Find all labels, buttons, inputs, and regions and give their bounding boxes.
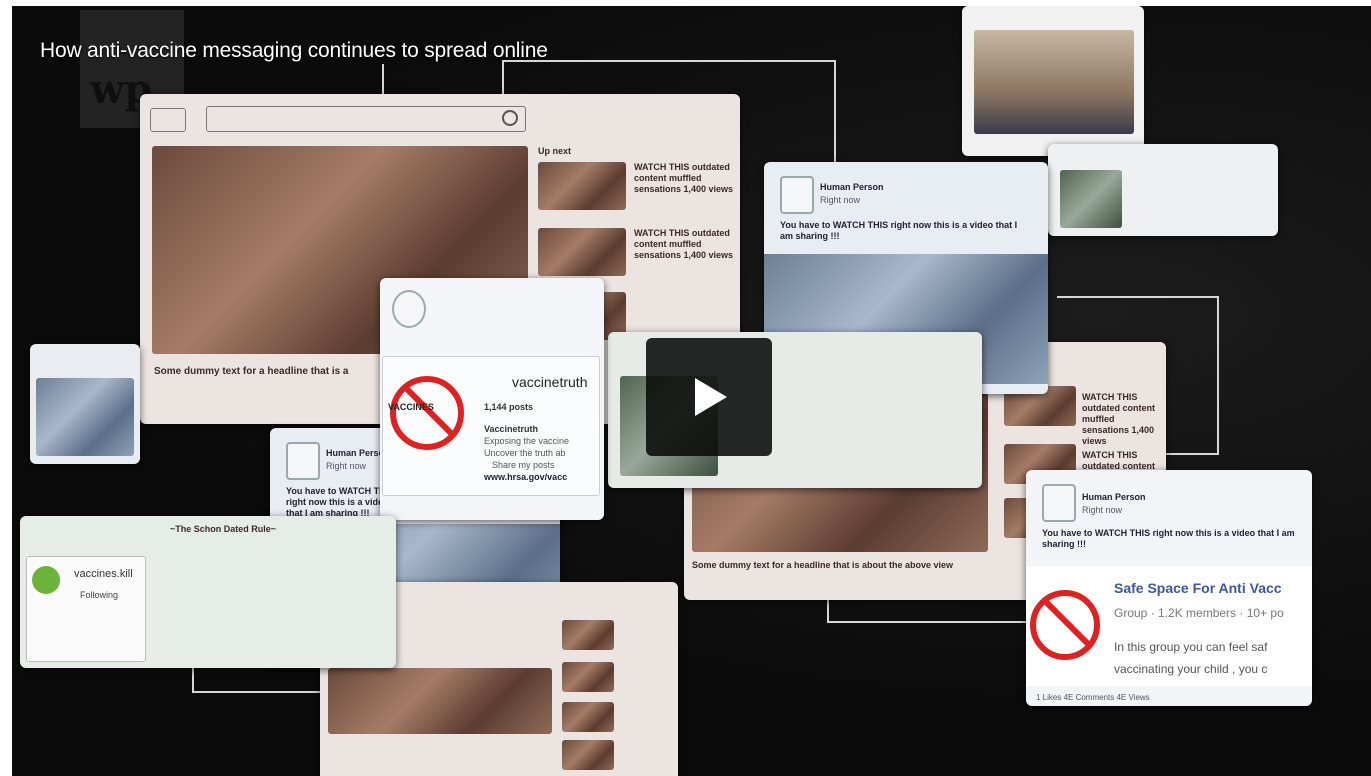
following-button[interactable]: Following bbox=[80, 590, 118, 601]
upnext-thumb bbox=[562, 702, 614, 732]
upnext-thumb bbox=[562, 662, 614, 692]
avatar bbox=[286, 442, 320, 480]
upnext-text: WATCH THIS outdated content muffled sens… bbox=[634, 162, 734, 194]
post-text: You have to WATCH THIS right now this is… bbox=[780, 220, 1018, 241]
fb-group-desc: vaccinating your child , you c bbox=[1114, 662, 1268, 676]
avatar bbox=[780, 176, 814, 214]
post-time: Right now bbox=[820, 195, 861, 205]
search-bar bbox=[206, 106, 526, 132]
small-post-card bbox=[1048, 144, 1278, 236]
post-time: Right now bbox=[1082, 505, 1123, 515]
post-time: Right now bbox=[326, 461, 367, 471]
vaccines-logo bbox=[32, 566, 60, 594]
play-icon bbox=[150, 108, 186, 132]
upnext-label: Up next bbox=[538, 146, 572, 156]
fb-group-name[interactable]: Safe Space For Anti Vacc bbox=[1114, 580, 1282, 596]
no-vaccine-icon bbox=[390, 376, 464, 450]
post-thumb bbox=[36, 378, 134, 456]
video-frame[interactable]: wp How anti-vaccine messaging continues … bbox=[12, 6, 1371, 776]
headline: Some dummy text for a headline that is a… bbox=[692, 560, 954, 570]
post-author: Human Person bbox=[1082, 492, 1146, 502]
vaccines-kill-card: ~The Schon Dated Rule~ vaccines.kill Fol… bbox=[20, 516, 396, 668]
upnext-thumb bbox=[562, 740, 614, 770]
instagram-name: Vaccinetruth bbox=[484, 424, 539, 434]
card-header: ~The Schon Dated Rule~ bbox=[170, 524, 277, 534]
connector-line bbox=[827, 596, 1039, 623]
headline: Some dummy text for a headline that is a bbox=[154, 366, 349, 377]
fb-group-card: Human Person Right now You have to WATCH… bbox=[1026, 470, 1312, 706]
video-thumbnail bbox=[328, 668, 552, 734]
upnext-thumb bbox=[538, 228, 626, 276]
video-player[interactable]: wp How anti-vaccine messaging continues … bbox=[0, 0, 1371, 776]
vaccines-account: vaccines.kill bbox=[74, 568, 133, 580]
post-text: You have to WATCH THIS right now this is… bbox=[1042, 528, 1295, 549]
instagram-account: vaccinetruth bbox=[512, 374, 588, 390]
instagram-card: VACCINES vaccinetruth 1,144 posts Vaccin… bbox=[380, 278, 604, 520]
fb-group-meta: Group · 1.2K members · 10+ po bbox=[1114, 606, 1284, 620]
instagram-bio: Share my posts bbox=[492, 460, 555, 470]
upnext-thumb bbox=[562, 620, 614, 650]
no-vaccine-sign-text: VACCINES bbox=[388, 402, 434, 412]
speaker-video-card bbox=[962, 6, 1144, 156]
speaker-photo bbox=[974, 30, 1134, 134]
left-small-card bbox=[30, 344, 140, 464]
upnext-text: WATCH THIS outdated content muffled sens… bbox=[634, 228, 734, 260]
post-author: Human Person bbox=[820, 182, 884, 192]
no-syringe-icon bbox=[1030, 590, 1100, 660]
instagram-bio: Exposing the vaccine bbox=[484, 436, 570, 446]
fb-group-desc: In this group you can feel saf bbox=[1114, 640, 1268, 654]
video-title: How anti-vaccine messaging continues to … bbox=[40, 39, 548, 62]
fb-group-panel: Safe Space For Anti Vacc Group · 1.2K me… bbox=[1026, 566, 1312, 686]
instagram-stats: 1,144 posts bbox=[484, 402, 534, 412]
avatar bbox=[1042, 484, 1076, 522]
play-button[interactable] bbox=[646, 338, 772, 456]
upnext-text: WATCH THIS outdated content muffled sens… bbox=[1082, 392, 1155, 446]
instagram-bio: Uncover the truth ab bbox=[484, 448, 566, 458]
instagram-link: www.hrsa.gov/vacc bbox=[484, 472, 568, 482]
fb-group-footer: 1 Likes 4E Comments 4E Views bbox=[1036, 693, 1150, 702]
post-thumb bbox=[1060, 170, 1122, 228]
search-icon bbox=[502, 110, 518, 126]
upnext-thumb bbox=[538, 162, 626, 210]
avatar bbox=[392, 290, 426, 328]
